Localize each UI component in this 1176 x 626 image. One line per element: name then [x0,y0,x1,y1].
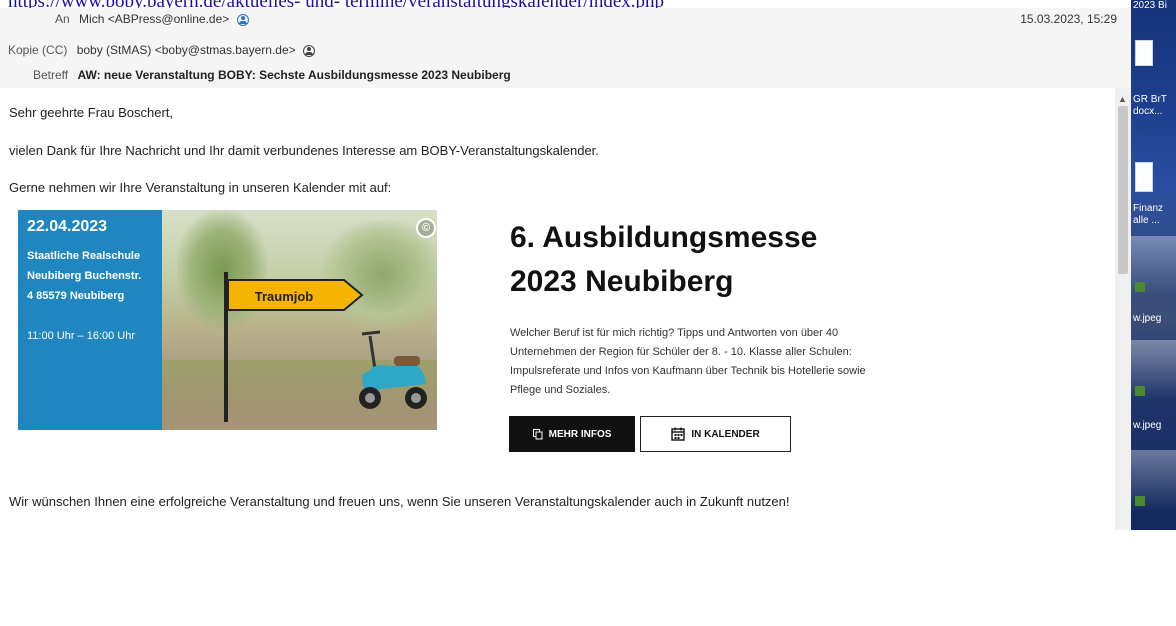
paragraph-2: Gerne nehmen wir Ihre Veranstaltung in u… [9,180,392,195]
event-title-line: 6. Ausbildungsmesse [510,221,818,254]
banner-venue-line: Staatliche Realschule [27,250,141,262]
mail-header: An Mich <ABPress@online.de> 15.03.2023, … [0,8,1131,88]
desktop-label: 2023 Bi [1133,0,1167,11]
banner-time: 11:00 Uhr – 16:00 Uhr [27,330,136,342]
more-info-label: MEHR INFOS [548,428,612,440]
event-title: 6. Ausbildungsmesse 2023 Neubiberg [510,216,817,304]
contact-icon[interactable] [303,44,315,57]
copyright-icon: © [416,218,436,238]
cc-label: Kopie (CC) [8,43,68,57]
cc-value[interactable]: boby (StMAS) <boby@stmas.bayern.de> [77,43,296,57]
scroll-up-icon[interactable]: ▲ [1118,94,1127,104]
vertical-scrollbar[interactable]: ▲ [1115,88,1131,530]
event-title-line: 2023 Neubiberg [510,265,734,298]
road-sign: Traumjob [228,279,364,311]
calendar-icon [671,427,686,441]
date-row: 15.03.2023, 15:29 [1020,10,1117,28]
add-to-calendar-button[interactable]: IN KALENDER [640,416,791,452]
to-label: An [55,12,70,26]
desktop-label[interactable]: w.jpeg [1133,420,1161,431]
greeting-text: Sehr geehrte Frau Boschert, [9,105,174,120]
image-thumb-icon[interactable] [1135,386,1145,396]
desktop-background: 2023 Bi GR BrT docx... Finanz alle ... w… [1131,0,1176,530]
add-to-calendar-label: IN KALENDER [691,428,760,440]
more-info-button[interactable]: MEHR INFOS [509,416,635,452]
event-banner-image[interactable]: 22.04.2023 Staatliche Realschule Neubibe… [18,210,437,430]
copy-icon [532,428,543,439]
scooter-icon [359,330,427,409]
banner-photo: © Traumjob [162,210,437,430]
tree-shape [177,210,267,330]
subject-value: AW: neue Veranstaltung BOBY: Sechste Aus… [77,68,511,82]
subject-row: Betreff AW: neue Veranstaltung BOBY: Sec… [33,66,511,84]
banner-date: 22.04.2023 [27,218,108,235]
blank-area [0,530,1176,626]
desktop-label[interactable]: docx... [1133,106,1162,117]
scroll-thumb[interactable] [1118,106,1128,274]
document-icon[interactable] [1135,40,1153,66]
cc-row: Kopie (CC) boby (StMAS) <boby@stmas.baye… [8,41,315,59]
subject-label: Betreff [33,68,69,82]
contact-icon[interactable] [236,13,249,26]
banner-venue-line: 4 85579 Neubiberg [27,290,125,302]
event-description: Welcher Beruf ist für mich richtig? Tipp… [510,327,866,396]
to-row: An Mich <ABPress@online.de> [55,10,249,28]
desktop-label[interactable]: alle ... [1133,215,1160,226]
desktop-label[interactable]: GR BrT [1133,94,1167,105]
image-thumb-icon[interactable] [1135,496,1145,506]
desktop-label[interactable]: w.jpeg [1133,313,1161,324]
desktop-label[interactable]: Finanz [1133,203,1163,214]
document-icon[interactable] [1135,162,1153,192]
to-value[interactable]: Mich <ABPress@online.de> [79,12,229,26]
sign-text: Traumjob [255,289,314,304]
banner-info-panel: 22.04.2023 Staatliche Realschule Neubibe… [18,210,162,430]
paragraph-1: vielen Dank für Ihre Nachricht und Ihr d… [9,143,599,158]
image-thumb-icon[interactable] [1135,282,1145,292]
mail-date: 15.03.2023, 15:29 [1020,12,1117,26]
closing-text: Wir wünschen Ihnen eine erfolgreiche Ver… [9,494,790,509]
banner-venue-line: Neubiberg Buchenstr. [27,270,142,282]
